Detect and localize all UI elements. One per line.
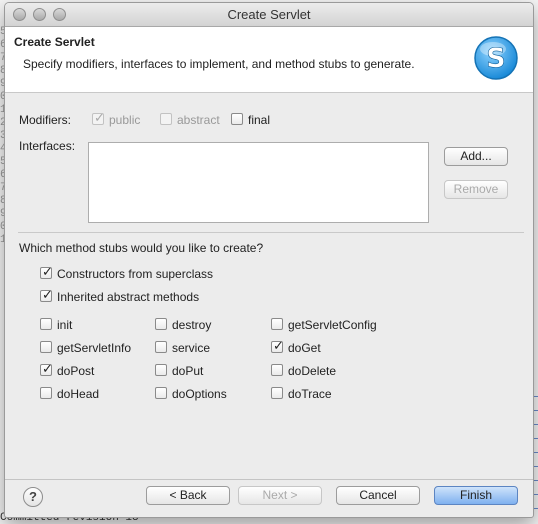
footer-separator (5, 479, 533, 480)
banner-title: Create Servlet (14, 35, 95, 49)
inherited-label: Inherited abstract methods (57, 290, 200, 304)
doTrace-label: doTrace (288, 387, 332, 401)
add-interface-button[interactable]: Add... (444, 147, 508, 166)
title-bar: Create Servlet (5, 3, 533, 27)
doDelete-checkbox[interactable] (271, 364, 283, 376)
zoom-window-button[interactable] (53, 8, 66, 21)
constructors-checkbox[interactable]: ✓ (40, 265, 53, 279)
doOptions-checkbox[interactable] (155, 387, 167, 399)
doGet-checkbox[interactable]: ✓ (271, 339, 284, 353)
banner-description: Specify modifiers, interfaces to impleme… (23, 57, 415, 71)
getServletConfig-label: getServletConfig (288, 318, 377, 332)
doPost-label: doPost (57, 364, 95, 378)
doHead-label: doHead (57, 387, 100, 401)
interfaces-list[interactable] (88, 142, 429, 223)
doTrace-checkbox[interactable] (271, 387, 283, 399)
doPost-checkbox[interactable]: ✓ (40, 362, 53, 376)
doHead-checkbox[interactable] (40, 387, 52, 399)
init-checkbox[interactable] (40, 318, 52, 330)
doDelete-label: doDelete (288, 364, 337, 378)
cancel-button[interactable]: Cancel (336, 486, 420, 505)
abstract-checkbox[interactable] (160, 113, 172, 125)
getServletInfo-checkbox[interactable] (40, 341, 52, 353)
back-button[interactable]: < Back (146, 486, 230, 505)
minimize-window-button[interactable] (33, 8, 46, 21)
public-label: public (109, 113, 141, 127)
svg-text:S: S (486, 43, 505, 74)
constructors-label: Constructors from superclass (57, 267, 214, 281)
remove-interface-button[interactable]: Remove (444, 180, 508, 199)
final-checkbox[interactable] (231, 113, 243, 125)
stubs-question: Which method stubs would you like to cre… (19, 241, 264, 255)
doPut-checkbox[interactable] (155, 364, 167, 376)
interfaces-label: Interfaces: (19, 139, 76, 153)
next-button[interactable]: Next > (238, 486, 322, 505)
doGet-label: doGet (288, 341, 321, 355)
init-label: init (57, 318, 73, 332)
public-checkbox[interactable]: ✓ (92, 111, 105, 125)
destroy-label: destroy (172, 318, 212, 332)
doOptions-label: doOptions (172, 387, 227, 401)
destroy-checkbox[interactable] (155, 318, 167, 330)
service-checkbox[interactable] (155, 341, 167, 353)
window-title: Create Servlet (227, 7, 311, 22)
create-servlet-dialog: Create Servlet Create Servlet Specify mo… (4, 2, 534, 518)
doPut-label: doPut (172, 364, 204, 378)
separator (18, 232, 524, 233)
close-window-button[interactable] (13, 8, 26, 21)
help-button[interactable]: ? (23, 487, 43, 507)
final-label: final (248, 113, 271, 127)
abstract-label: abstract (177, 113, 220, 127)
getServletConfig-checkbox[interactable] (271, 318, 283, 330)
finish-button[interactable]: Finish (434, 486, 518, 505)
getServletInfo-label: getServletInfo (57, 341, 132, 355)
modifiers-label: Modifiers: (19, 113, 72, 127)
servlet-s-icon: S (474, 36, 518, 80)
wizard-banner: Create Servlet Specify modifiers, interf… (5, 27, 533, 93)
inherited-checkbox[interactable]: ✓ (40, 288, 53, 302)
service-label: service (172, 341, 211, 355)
